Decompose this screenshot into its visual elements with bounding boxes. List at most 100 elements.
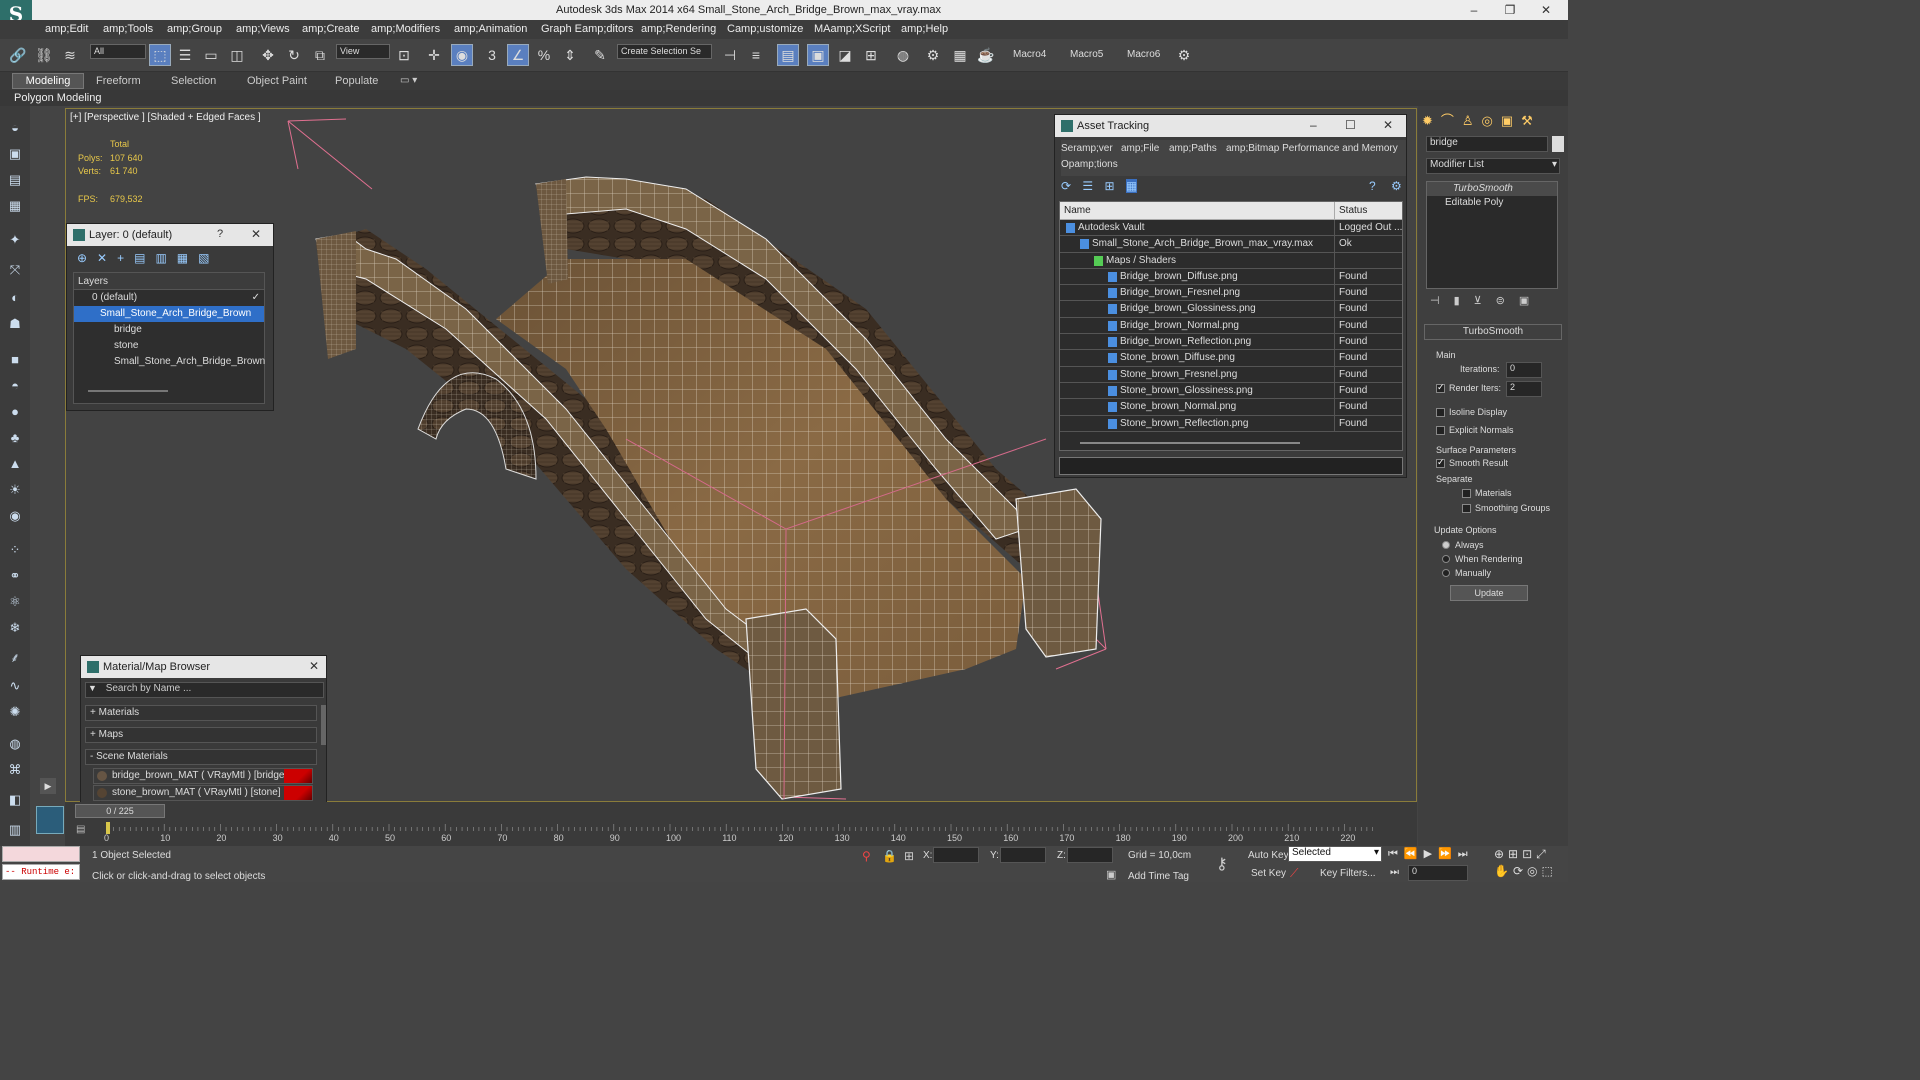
rotate-icon[interactable]: ↻ [284, 45, 304, 65]
window-crossing-icon[interactable]: ◫ [227, 45, 247, 65]
y-coord-field[interactable] [1000, 847, 1046, 863]
link-icon[interactable]: 🔗 [8, 45, 28, 65]
command-tabs[interactable]: ✹⌒♙◎▣⚒ [1422, 110, 1564, 132]
tab-object-paint[interactable]: Object Paint [247, 75, 307, 87]
close-icon[interactable]: ✕ [1383, 118, 1393, 132]
spinner-snap-icon[interactable]: ⇕ [560, 45, 580, 65]
layer-item-stone[interactable]: stone [74, 338, 264, 354]
snap-toggle-icon[interactable]: 3 [482, 45, 502, 65]
close-button[interactable]: ✕ [1536, 2, 1556, 18]
scrollbar[interactable] [1080, 442, 1300, 444]
minimize-icon[interactable]: – [1310, 118, 1317, 132]
asset-row[interactable]: Autodesk Vault Logged Out ... [1060, 220, 1402, 237]
mini-viewport-button[interactable] [36, 806, 64, 834]
col-name[interactable]: Name [1060, 205, 1091, 216]
asset-row[interactable]: Stone_brown_Fresnel.png Found [1060, 366, 1402, 383]
time-slider-thumb[interactable]: 0 / 225 [75, 804, 165, 818]
help-button[interactable]: ? [217, 228, 223, 240]
manually-radio[interactable] [1442, 569, 1450, 577]
add-time-tag-button[interactable]: Add Time Tag [1128, 871, 1189, 882]
playback-controls[interactable]: ⏮⏪▶⏩⏭ [1388, 847, 1488, 861]
layer-toolbar[interactable]: ⊕✕+▤▥▦▧ [77, 251, 267, 269]
layer-item-default[interactable]: 0 (default) ✓ [74, 290, 264, 306]
explicit-normals-checkbox[interactable] [1436, 426, 1445, 435]
menu-paths[interactable]: amp;Paths [1169, 143, 1217, 154]
maximize-icon[interactable]: ☐ [1345, 118, 1356, 132]
hair-icon[interactable]: ∿ [5, 676, 25, 696]
keyboard-shortcut-icon[interactable]: ◉ [451, 44, 473, 66]
macro5-button[interactable]: Macro5 [1070, 49, 1103, 60]
render-iters-spinner[interactable]: 2 [1506, 381, 1542, 397]
asset-row[interactable]: Stone_brown_Reflection.png Found [1060, 415, 1402, 432]
menu-create[interactable]: amp;Create [302, 23, 359, 35]
asset-row[interactable]: Stone_brown_Normal.png Found [1060, 399, 1402, 416]
transform-icon[interactable]: ⤧ [5, 260, 25, 280]
menu-animation[interactable]: amp;Animation [454, 23, 527, 35]
menu-customize[interactable]: Camp;ustomize [727, 23, 803, 35]
snowflake-icon[interactable]: ❄ [5, 618, 25, 638]
plant-icon[interactable]: ♣ [5, 428, 25, 448]
when-rendering-radio[interactable] [1442, 555, 1450, 563]
cone-icon[interactable]: ▲ [5, 454, 25, 474]
auto-key-button[interactable]: Auto Key [1248, 850, 1289, 861]
macro4-button[interactable]: Macro4 [1013, 49, 1046, 60]
viewport-label[interactable]: [+] [Perspective ] [Shaded + Edged Faces… [70, 112, 261, 123]
robot-icon[interactable]: ☗ [5, 314, 25, 334]
set-key-button[interactable]: Set Key [1251, 868, 1286, 879]
menu-tools[interactable]: amp;Tools [103, 23, 153, 35]
refresh-icon[interactable]: ⟳ [1061, 179, 1071, 193]
particles-icon[interactable]: ⁘ [5, 540, 25, 560]
mirror-icon[interactable]: ⊣ [720, 45, 740, 65]
light-icon[interactable]: ✦ [5, 230, 25, 250]
modifier-list-dropdown[interactable]: Modifier List ▾ [1426, 158, 1560, 174]
update-button[interactable]: Update [1450, 585, 1528, 601]
curve-editor-icon[interactable]: ◪ [835, 45, 855, 65]
always-radio[interactable] [1442, 541, 1450, 549]
box-icon[interactable]: ■ [5, 350, 25, 370]
menu-options[interactable]: Opamp;tions [1061, 159, 1118, 170]
sun-icon[interactable]: ☀ [5, 480, 25, 500]
render-setup-icon[interactable]: ⚙ [923, 45, 943, 65]
menu-file[interactable]: amp;File [1121, 143, 1159, 154]
key-mode-dropdown[interactable]: Selected ▾ [1288, 846, 1382, 862]
menu-bitmap-performance[interactable]: amp;Bitmap Performance and Memory [1226, 143, 1398, 154]
asset-row[interactable]: Small_Stone_Arch_Bridge_Brown_max_vray.m… [1060, 236, 1402, 253]
tab-freeform[interactable]: Freeform [96, 75, 141, 87]
asset-row[interactable]: Bridge_brown_Glossiness.png Found [1060, 301, 1402, 318]
tab-modeling[interactable]: Modeling [12, 73, 84, 89]
polygon-modeling-bar[interactable]: Polygon Modeling [0, 90, 1568, 106]
grass-icon[interactable]: ⸙ [5, 648, 25, 668]
schematic-view-icon[interactable]: ⊞ [861, 45, 881, 65]
circle-icon[interactable]: ◉ [5, 506, 25, 526]
layer-manager-icon[interactable]: ▤ [777, 44, 799, 66]
scrollbar[interactable] [321, 705, 326, 745]
macro6-button[interactable]: Macro6 [1127, 49, 1160, 60]
material-item-stone[interactable]: stone_brown_MAT ( VRayMtl ) [stone] [93, 785, 313, 801]
render-iters-checkbox[interactable] [1436, 384, 1445, 393]
stack-editable-poly[interactable]: Editable Poly [1427, 196, 1557, 210]
col-status[interactable]: Status [1334, 202, 1367, 220]
time-slider[interactable]: 0 / 225 [65, 802, 1417, 822]
x-coord-field[interactable] [933, 847, 979, 863]
settings-icon[interactable]: ⚙ [1391, 179, 1402, 193]
maxscript-listener[interactable] [2, 846, 80, 862]
filter-icon[interactable]: ▼ [86, 683, 97, 693]
material-editor-icon[interactable]: ◍ [893, 45, 913, 65]
object-color-swatch[interactable] [1552, 136, 1564, 152]
search-field[interactable]: ▼ Search by Name ... [85, 682, 324, 698]
object-name-field[interactable]: bridge [1426, 136, 1548, 152]
layer-item-bridge[interactable]: bridge [74, 322, 264, 338]
menu-modifiers[interactable]: amp;Modifiers [371, 23, 440, 35]
smoothing-groups-checkbox[interactable] [1462, 504, 1471, 513]
maximize-button[interactable]: ❐ [1500, 2, 1520, 18]
hemisphere-icon[interactable]: ◓ [5, 376, 25, 396]
current-frame-field[interactable]: 0 [1408, 865, 1468, 881]
grid-icon[interactable]: ▦ [5, 196, 25, 216]
menu-rendering[interactable]: amp;Rendering [641, 23, 716, 35]
path-field[interactable] [1059, 457, 1403, 475]
pivot-center-icon[interactable]: ⊡ [394, 45, 414, 65]
tab-populate[interactable]: Populate [335, 75, 378, 87]
fur-icon[interactable]: ✺ [5, 702, 25, 722]
polygon-modeling-label[interactable]: Polygon Modeling [14, 92, 101, 104]
asset-row[interactable]: Stone_brown_Diffuse.png Found [1060, 350, 1402, 367]
